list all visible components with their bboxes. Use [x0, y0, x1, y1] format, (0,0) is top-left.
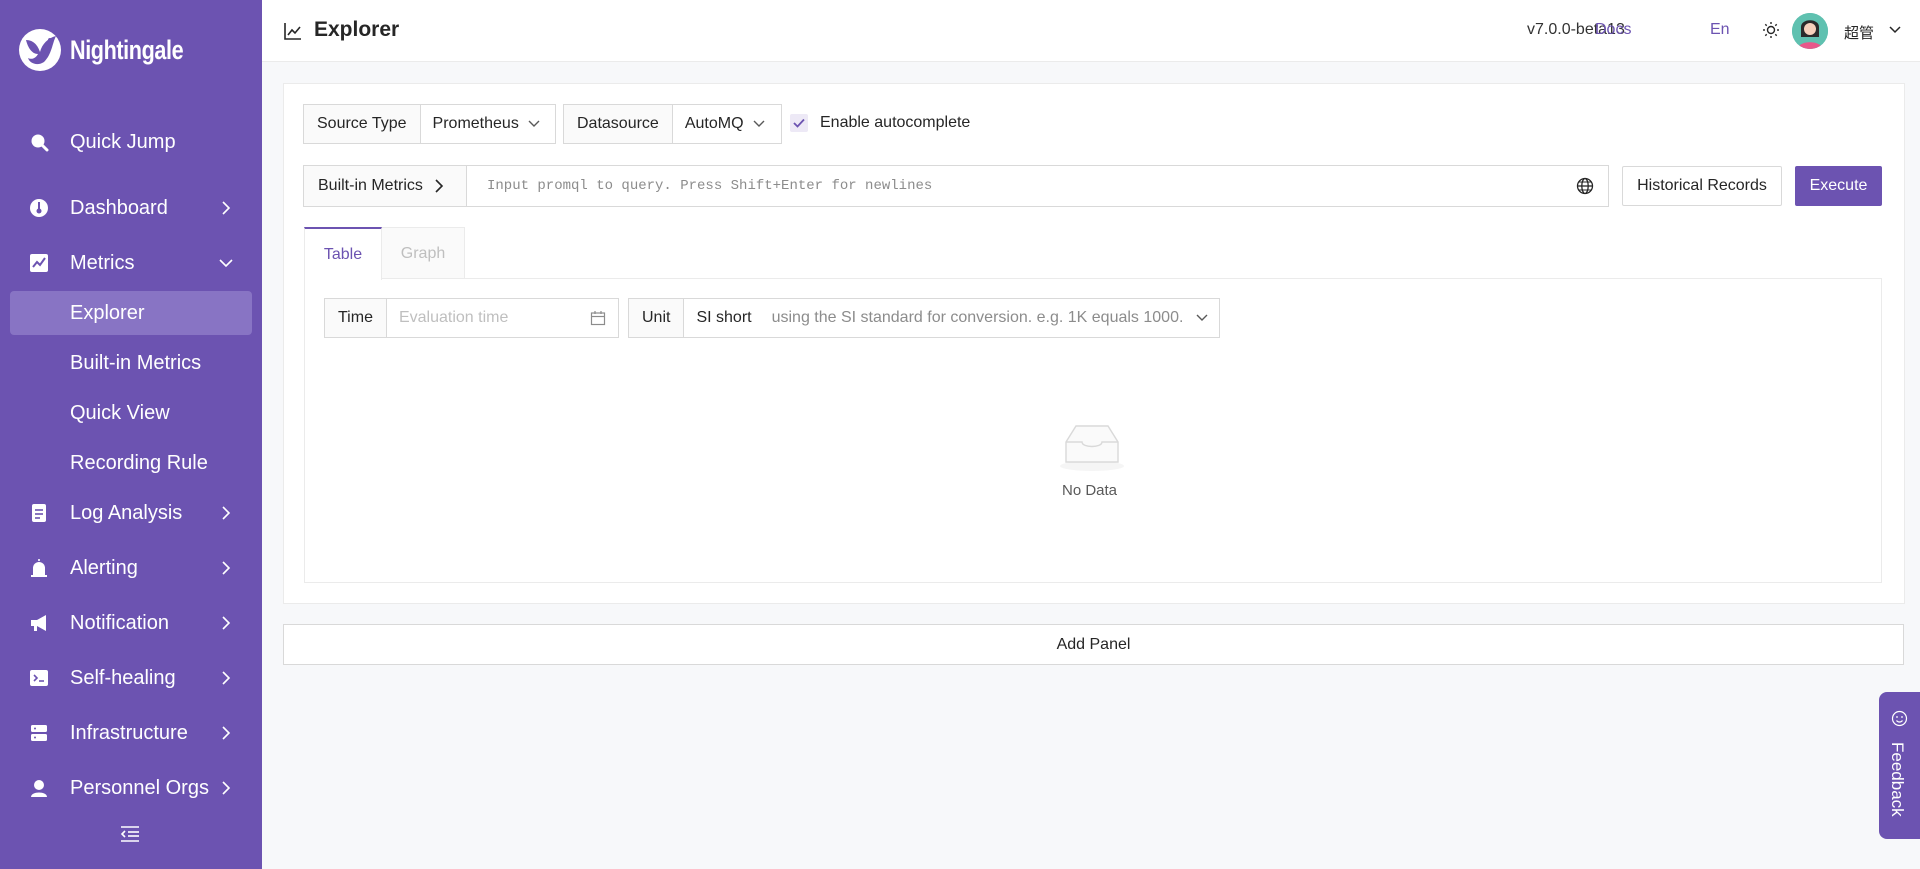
- sidebar-item-label: Dashboard: [70, 196, 168, 219]
- sidebar-item-metrics[interactable]: Metrics: [0, 240, 262, 286]
- sidebar-item-alerting[interactable]: Alerting: [0, 545, 262, 591]
- sidebar-subitem-label: Quick View: [70, 401, 170, 424]
- server-icon: [28, 722, 50, 744]
- evaluation-time-placeholder: Evaluation time: [398, 309, 509, 326]
- globe-icon[interactable]: [1576, 177, 1594, 195]
- chevron-down-icon: [1196, 314, 1208, 321]
- chevron-right-icon: [222, 671, 231, 685]
- chevron-right-icon: [222, 616, 231, 630]
- sidebar-item-self-healing[interactable]: Self-healing: [0, 655, 262, 701]
- result-tabs: Table Graph: [304, 227, 465, 280]
- sidebar: Nightingale Quick Jump Dashboard Metrics…: [0, 0, 262, 869]
- autocomplete-toggle[interactable]: Enable autocomplete: [790, 114, 970, 132]
- promql-input[interactable]: [467, 166, 1608, 206]
- sidebar-item-personnel-orgs[interactable]: Personnel Orgs: [0, 765, 262, 811]
- sidebar-item-log-analysis[interactable]: Log Analysis: [0, 490, 262, 536]
- line-chart-icon: [284, 23, 301, 40]
- sun-theme-icon[interactable]: [1762, 21, 1780, 39]
- unit-dropdown[interactable]: SI short using the SI standard for conve…: [684, 299, 1219, 337]
- datasource-dropdown[interactable]: AutoMQ: [672, 105, 781, 143]
- evaluation-time-input[interactable]: Evaluation time: [386, 299, 618, 337]
- metrics-chart-icon: [28, 252, 50, 274]
- tab-graph[interactable]: Graph: [381, 227, 465, 279]
- top-header: Explorer v7.0.0-beta13 Docs En 超管: [262, 0, 1920, 62]
- chevron-down-icon: [753, 120, 765, 127]
- docs-link[interactable]: Docs: [1595, 21, 1631, 39]
- megaphone-icon: [28, 612, 50, 634]
- sidebar-item-label: Self-healing: [70, 666, 176, 689]
- sidebar-item-infrastructure[interactable]: Infrastructure: [0, 710, 262, 756]
- unit-select[interactable]: Unit SI short using the SI standard for …: [628, 298, 1220, 338]
- datasource-select[interactable]: Datasource AutoMQ: [563, 104, 782, 144]
- sidebar-item-quick-jump[interactable]: Quick Jump: [0, 119, 262, 165]
- terminal-icon: [28, 667, 50, 689]
- sidebar-item-label: Quick Jump: [70, 130, 176, 153]
- chevron-right-icon: [222, 506, 231, 520]
- chevron-right-icon: [222, 561, 231, 575]
- sidebar-subitem-label: Built-in Metrics: [70, 351, 202, 374]
- add-panel-button[interactable]: Add Panel: [283, 624, 1904, 665]
- sidebar-subitem-quick-view[interactable]: Quick View: [10, 391, 252, 435]
- autocomplete-checkbox[interactable]: [790, 114, 808, 132]
- built-in-metrics-button[interactable]: Built-in Metrics: [304, 166, 467, 206]
- empty-inbox-icon: [1060, 425, 1124, 471]
- source-type-label: Source Type: [304, 105, 421, 143]
- sidebar-item-notification[interactable]: Notification: [0, 600, 262, 646]
- time-label: Time: [325, 299, 387, 337]
- sidebar-item-label: Personnel Orgs: [70, 776, 209, 799]
- chevron-right-icon: [435, 179, 444, 193]
- language-switch[interactable]: En: [1710, 21, 1730, 39]
- chevron-right-icon: [222, 781, 231, 795]
- source-type-value: Prometheus: [432, 115, 519, 132]
- execute-button[interactable]: Execute: [1795, 166, 1882, 206]
- sidebar-item-label: Metrics: [70, 251, 135, 274]
- app-logo-text: Nightingale: [70, 34, 184, 65]
- sidebar-subitem-built-in-metrics[interactable]: Built-in Metrics: [10, 341, 252, 385]
- user-name[interactable]: 超管: [1844, 22, 1874, 43]
- unit-label: Unit: [629, 299, 685, 337]
- sidebar-subitem-explorer[interactable]: Explorer: [10, 291, 252, 335]
- unit-description: using the SI standard for conversion. e.…: [771, 309, 1184, 326]
- source-type-dropdown[interactable]: Prometheus: [420, 105, 555, 143]
- sidebar-subitem-recording-rule[interactable]: Recording Rule: [10, 441, 252, 485]
- datasource-value: AutoMQ: [684, 115, 744, 132]
- chevron-down-icon: [528, 120, 540, 127]
- log-file-icon: [28, 502, 50, 524]
- chevron-right-icon: [222, 201, 231, 215]
- no-data-label: No Data: [1062, 482, 1118, 499]
- sidebar-item-dashboard[interactable]: Dashboard: [0, 185, 262, 231]
- page-title: Explorer: [314, 18, 400, 41]
- nightingale-logo-icon: [19, 29, 61, 71]
- smile-icon: [1891, 710, 1908, 727]
- sidebar-item-label: Infrastructure: [70, 721, 188, 744]
- sidebar-item-label: Notification: [70, 611, 169, 634]
- sidebar-item-label: Log Analysis: [70, 501, 183, 524]
- historical-records-button[interactable]: Historical Records: [1622, 166, 1782, 206]
- menu-collapse-icon[interactable]: [119, 824, 141, 844]
- user-icon: [28, 777, 50, 799]
- tab-table[interactable]: Table: [304, 227, 382, 280]
- datasource-label: Datasource: [564, 105, 673, 143]
- check-icon: [793, 118, 805, 128]
- chevron-right-icon: [222, 726, 231, 740]
- avatar[interactable]: [1792, 13, 1828, 49]
- built-in-metrics-label: Built-in Metrics: [318, 177, 423, 194]
- promql-query-bar: Built-in Metrics: [303, 165, 1609, 207]
- calendar-icon: [590, 311, 606, 326]
- feedback-label: Feedback: [1888, 742, 1907, 817]
- sidebar-subitem-label: Recording Rule: [70, 451, 208, 474]
- sidebar-subitem-label: Explorer: [70, 301, 145, 324]
- sidebar-item-label: Alerting: [70, 556, 138, 579]
- evaluation-time-picker[interactable]: Time Evaluation time: [324, 298, 619, 338]
- unit-value: SI short: [696, 309, 752, 326]
- source-type-select[interactable]: Source Type Prometheus: [303, 104, 556, 144]
- autocomplete-label: Enable autocomplete: [820, 114, 971, 131]
- chevron-down-icon[interactable]: [1888, 23, 1902, 37]
- feedback-button[interactable]: Feedback: [1879, 692, 1920, 839]
- alarm-siren-icon: [28, 557, 50, 579]
- app-logo[interactable]: Nightingale: [16, 26, 212, 74]
- dashboard-gauge-icon: [28, 197, 50, 219]
- search-icon: [28, 131, 50, 153]
- chevron-down-icon: [219, 259, 233, 268]
